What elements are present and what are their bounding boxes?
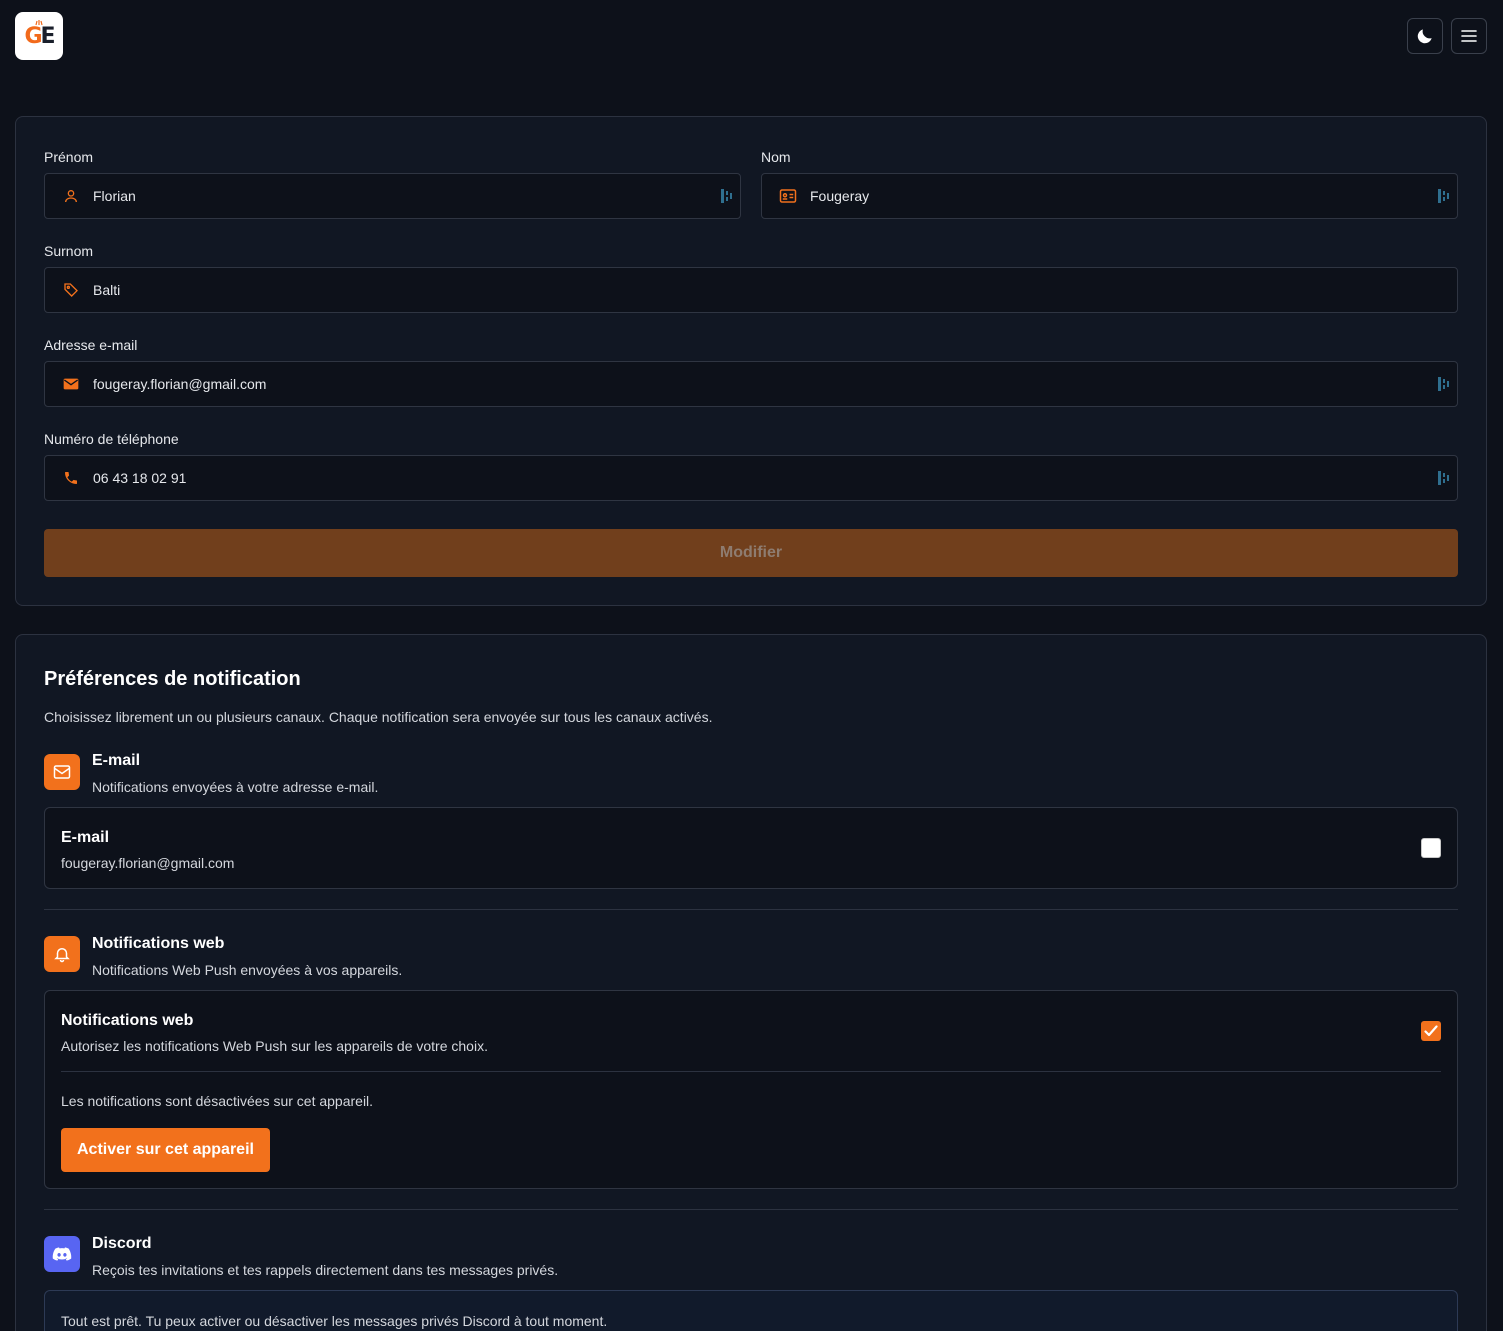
email-input[interactable]	[93, 362, 1437, 406]
theme-toggle-button[interactable]	[1407, 18, 1443, 54]
discord-channel-title: Discord	[92, 1235, 152, 1252]
modify-button[interactable]: Modifier	[44, 529, 1458, 577]
web-channel-description: Notifications Web Push envoyées à vos ap…	[92, 962, 403, 978]
envelope-icon	[53, 765, 71, 779]
discord-info-text: Tout est prêt. Tu peux activer ou désact…	[61, 1313, 608, 1329]
password-manager-icon[interactable]	[1437, 470, 1451, 486]
bell-icon	[54, 948, 70, 963]
last-name-input[interactable]	[810, 174, 1437, 218]
envelope-icon	[61, 374, 81, 394]
divider	[44, 1209, 1458, 1210]
profile-form-card: Prénom Nom Surnom Adresse e-mail Numéro …	[15, 116, 1487, 606]
logo-text: GE	[24, 23, 55, 49]
tag-icon	[61, 280, 81, 300]
menu-button[interactable]	[1451, 18, 1487, 54]
last-name-label: Nom	[761, 149, 791, 165]
web-box-title: Notifications web	[61, 1012, 194, 1029]
nickname-label: Surnom	[44, 243, 94, 259]
activate-device-button[interactable]: Activer sur cet appareil	[61, 1128, 270, 1172]
email-toggle-box: E-mail fougeray.florian@gmail.com	[44, 807, 1458, 889]
hamburger-menu-icon	[1461, 30, 1477, 42]
divider	[44, 909, 1458, 910]
phone-icon	[61, 468, 81, 488]
phone-label: Numéro de téléphone	[44, 431, 179, 447]
email-channel-title: E-mail	[92, 752, 141, 769]
discord-info-box: Tout est prêt. Tu peux activer ou désact…	[44, 1290, 1458, 1331]
nickname-input[interactable]	[93, 268, 1457, 312]
email-notification-checkbox[interactable]	[1421, 838, 1441, 858]
last-name-field[interactable]	[761, 173, 1458, 219]
web-toggle-box: Notifications web Autorisez les notifica…	[44, 990, 1458, 1189]
divider	[61, 1071, 1441, 1072]
discord-icon	[52, 1247, 72, 1261]
password-manager-icon[interactable]	[720, 188, 734, 204]
app-logo[interactable]: GE	[15, 12, 63, 60]
first-name-label: Prénom	[44, 149, 94, 165]
email-channel-description: Notifications envoyées à votre adresse e…	[92, 779, 379, 795]
discord-channel-description: Reçois tes invitations et tes rappels di…	[92, 1262, 559, 1278]
phone-field[interactable]	[44, 455, 1458, 501]
email-box-address: fougeray.florian@gmail.com	[61, 855, 235, 871]
discord-channel-icon	[44, 1236, 80, 1272]
section-description: Choisissez librement un ou plusieurs can…	[44, 709, 713, 725]
web-channel-title: Notifications web	[92, 935, 225, 952]
notification-preferences-card: Préférences de notification Choisissez l…	[15, 634, 1487, 1331]
email-label: Adresse e-mail	[44, 337, 138, 353]
nickname-field[interactable]	[44, 267, 1458, 313]
email-channel-icon	[44, 754, 80, 790]
email-box-title: E-mail	[61, 829, 110, 846]
user-icon	[61, 186, 81, 206]
phone-input[interactable]	[93, 456, 1437, 500]
moon-icon	[1417, 29, 1432, 44]
password-manager-icon[interactable]	[1437, 188, 1451, 204]
password-manager-icon[interactable]	[1437, 376, 1451, 392]
checkmark-icon	[1424, 1025, 1438, 1037]
first-name-field[interactable]	[44, 173, 741, 219]
email-field[interactable]	[44, 361, 1458, 407]
top-bar: GE	[0, 0, 1503, 72]
web-channel-icon	[44, 936, 80, 972]
section-title: Préférences de notification	[44, 668, 301, 690]
device-status-text: Les notifications sont désactivées sur c…	[61, 1093, 374, 1109]
first-name-input[interactable]	[93, 174, 720, 218]
web-notification-checkbox[interactable]	[1421, 1021, 1441, 1041]
id-card-icon	[778, 186, 798, 206]
web-box-description: Autorisez les notifications Web Push sur…	[61, 1038, 488, 1054]
